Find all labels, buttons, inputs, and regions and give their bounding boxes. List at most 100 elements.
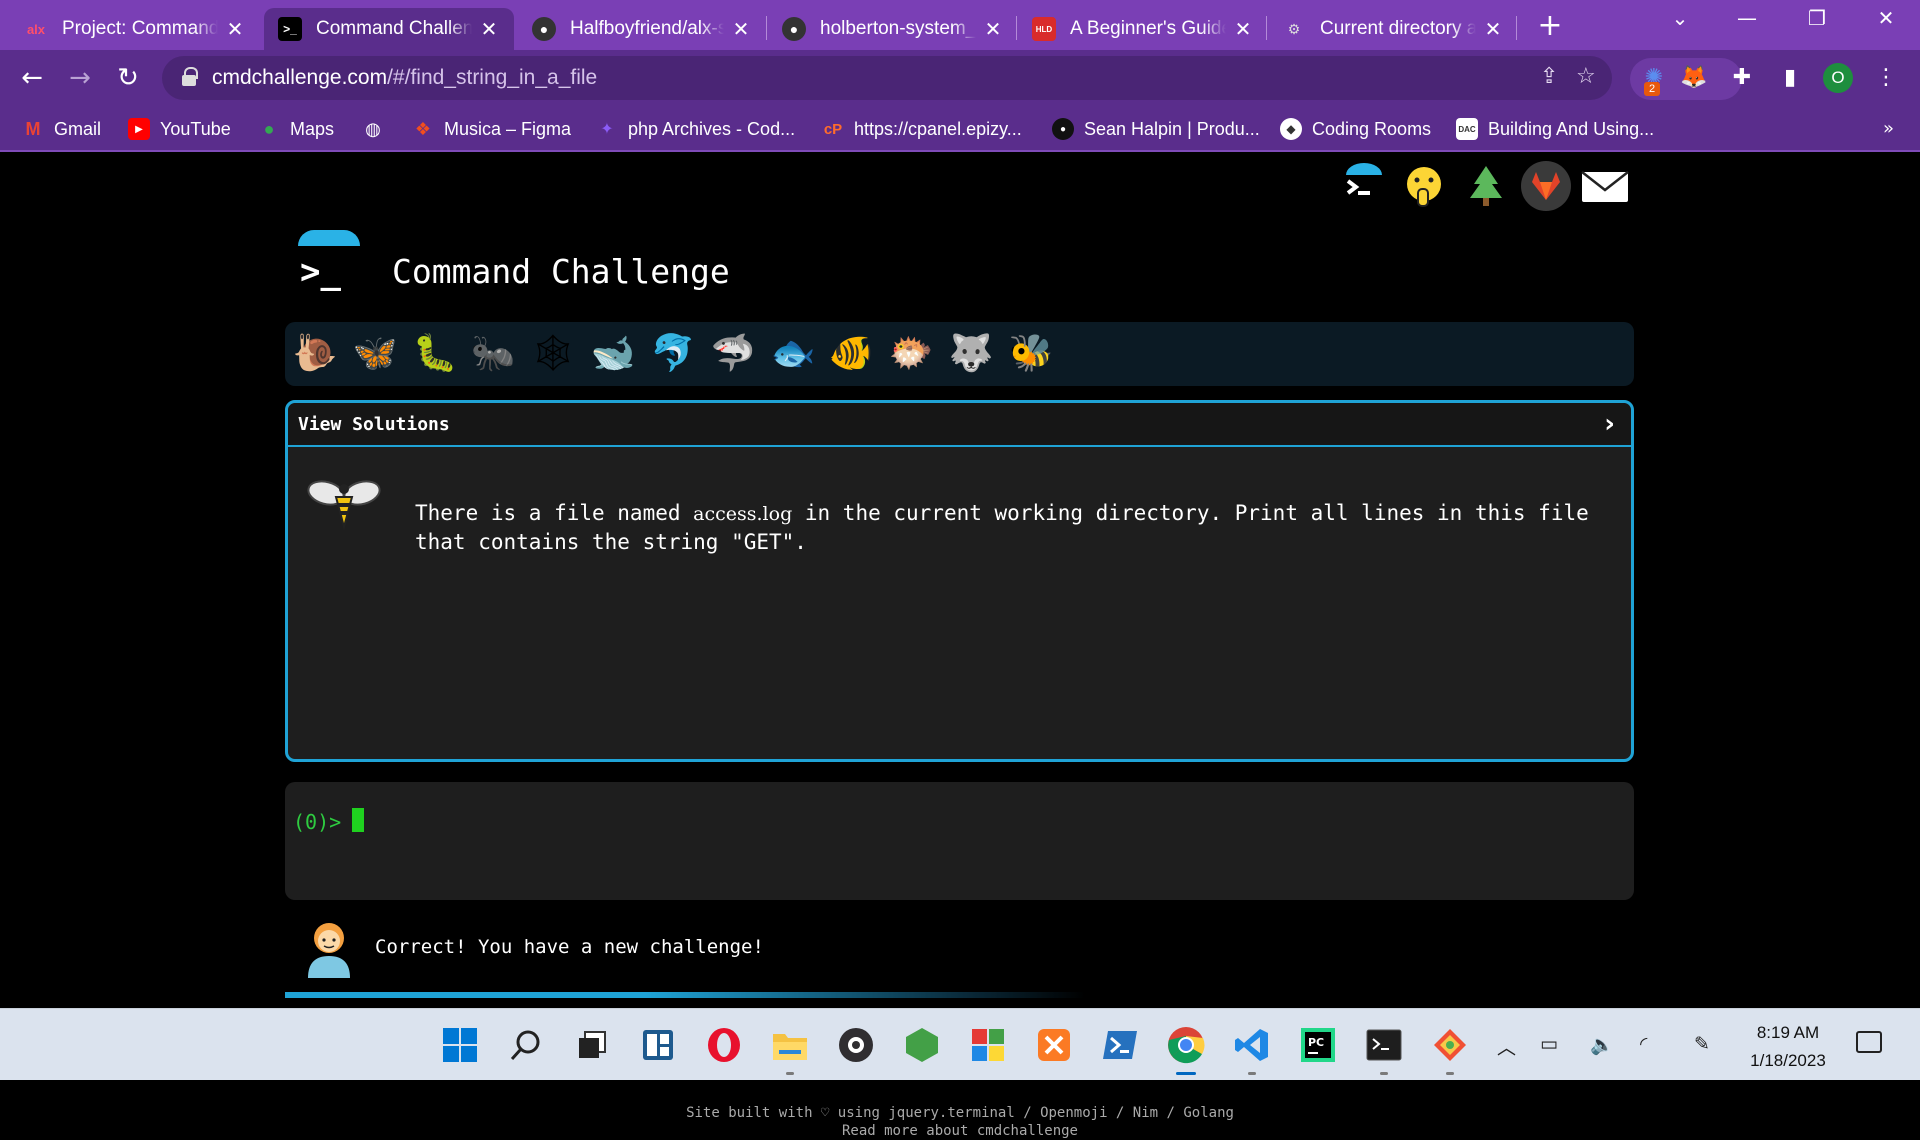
bookmark-youtube[interactable]: ▶ YouTube — [128, 114, 231, 144]
browser-tabstrip: alx Project: Command ✕ >_ Command Challe… — [0, 0, 1920, 50]
minimize-icon[interactable]: — — [1727, 6, 1767, 30]
share-icon[interactable]: ⇪ — [1540, 64, 1558, 89]
footer: Site built with ♡ using jquery.terminal … — [0, 1104, 1920, 1140]
bookmark-figma[interactable]: ❖ Musica – Figma — [412, 114, 571, 144]
tropical-fish-icon[interactable]: 🐠 — [827, 330, 875, 378]
show-hidden-icons[interactable]: ︿ — [1497, 1033, 1516, 1060]
terminal-logo-icon[interactable] — [1340, 159, 1388, 207]
xampp-icon[interactable] — [1032, 1023, 1076, 1067]
search-icon[interactable] — [504, 1023, 548, 1067]
volume-icon[interactable]: 🔈 — [1590, 1033, 1614, 1056]
pen-icon[interactable]: ✎ — [1694, 1033, 1710, 1055]
logo-dome — [298, 230, 360, 246]
file-explorer-icon[interactable] — [768, 1023, 812, 1075]
bookmark-maps[interactable]: ● Maps — [258, 114, 334, 144]
caterpillar-icon[interactable]: 🐛 — [411, 330, 459, 378]
url-text[interactable]: cmdchallenge.com/#/find_string_in_a_file — [212, 66, 597, 90]
terminal[interactable]: (0)> — [285, 782, 1634, 900]
footer-credits[interactable]: Site built with ♡ using jquery.terminal … — [0, 1104, 1920, 1122]
codeburst-icon: ✦ — [600, 121, 614, 138]
star-icon[interactable]: ☆ — [1576, 64, 1596, 89]
back-icon[interactable]: ← — [14, 60, 50, 96]
side-panel-icon[interactable]: ▮ — [1772, 60, 1808, 96]
office-icon[interactable] — [966, 1023, 1010, 1067]
vscode-icon[interactable] — [1230, 1023, 1274, 1075]
tab-separator — [1266, 16, 1267, 40]
close-icon[interactable]: ✕ — [982, 17, 1004, 42]
youtube-icon: ▶ — [128, 118, 150, 140]
reload-icon[interactable]: ↻ — [110, 60, 146, 96]
wolf-icon[interactable]: 🐺 — [947, 330, 995, 378]
close-icon[interactable]: ✕ — [730, 17, 752, 42]
more-bookmarks-icon[interactable]: » — [1883, 118, 1894, 139]
tab-current-directory[interactable]: ⚙ Current directory ar ✕ — [1268, 8, 1518, 50]
clock-date: 1/18/2023 — [1750, 1051, 1826, 1070]
tab-title: Project: Command — [62, 18, 218, 39]
butterfly-icon[interactable]: 🦋 — [351, 330, 399, 378]
metamask-icon[interactable]: 🦊 — [1676, 60, 1712, 96]
profile-avatar[interactable]: O — [1823, 63, 1853, 93]
bookmark-globe[interactable]: ◍ — [362, 114, 394, 144]
spider-web-icon[interactable]: 🕸 — [529, 330, 577, 378]
site-logo[interactable]: >_ — [298, 230, 360, 296]
mail-icon[interactable] — [1580, 162, 1629, 210]
gitlab-icon[interactable] — [1520, 160, 1571, 211]
close-icon[interactable]: ✕ — [1232, 17, 1254, 42]
bookmark-sean-halpin[interactable]: ● Sean Halpin | Produ... — [1052, 114, 1260, 144]
bee-icon[interactable]: 🐝 — [1007, 330, 1055, 378]
obs-icon[interactable] — [834, 1023, 878, 1067]
tab-separator — [1016, 16, 1017, 40]
fish-icon[interactable]: 🐟 — [769, 330, 817, 378]
view-solutions-header[interactable]: View Solutions › — [288, 403, 1631, 447]
shark-icon[interactable]: 🦈 — [709, 330, 757, 378]
bookmark-coding-rooms[interactable]: ◆ Coding Rooms — [1280, 114, 1431, 144]
chrome-icon[interactable] — [1164, 1023, 1208, 1075]
bookmark-building-and-using[interactable]: DAC Building And Using... — [1456, 114, 1654, 144]
tab-github-holberton[interactable]: ● holberton-system_e ✕ — [768, 8, 1018, 50]
clock[interactable]: 8:19 AM 1/18/2023 — [1740, 1019, 1836, 1075]
close-icon[interactable]: ✕ — [1482, 17, 1504, 42]
puzzle-icon[interactable]: ✚ — [1724, 60, 1760, 96]
restore-icon[interactable]: ❐ — [1797, 6, 1837, 30]
close-icon[interactable]: ✕ — [224, 17, 246, 42]
bookmark-php-archives[interactable]: ✦ php Archives - Cod... — [596, 114, 795, 144]
page-title: Command Challenge — [392, 252, 730, 291]
tree-icon[interactable] — [1462, 162, 1510, 210]
filename-code: access.log — [693, 503, 793, 525]
terminal-app-icon[interactable] — [1362, 1023, 1406, 1075]
new-tab-button[interactable]: + — [1533, 10, 1567, 44]
nodejs-icon[interactable] — [900, 1023, 944, 1067]
snail-icon[interactable]: 🐌 — [291, 330, 339, 378]
forward-icon[interactable]: → — [62, 60, 98, 96]
start-icon[interactable] — [438, 1023, 482, 1067]
chevron-right-icon[interactable]: › — [1604, 409, 1615, 439]
footer-read-more[interactable]: Read more about cmdchallenge — [0, 1122, 1920, 1140]
tab-search-icon[interactable]: ⌄ — [1660, 6, 1700, 30]
ant-icon[interactable]: 🐜 — [469, 330, 517, 378]
terminal-cursor[interactable] — [352, 808, 364, 832]
whale-icon[interactable]: 🐋 — [589, 330, 637, 378]
widgets-icon[interactable] — [636, 1023, 680, 1067]
task-view-icon[interactable] — [570, 1023, 614, 1067]
hush-emoji-icon[interactable] — [1400, 162, 1448, 210]
pycharm-icon[interactable]: PC — [1296, 1023, 1340, 1067]
battery-icon[interactable]: ▭ — [1540, 1033, 1558, 1055]
blowfish-icon[interactable]: 🐡 — [887, 330, 935, 378]
powershell-icon[interactable] — [1098, 1023, 1142, 1067]
menu-icon[interactable]: ⋮ — [1868, 60, 1904, 96]
close-icon[interactable]: ✕ — [478, 17, 500, 42]
dolphin-icon[interactable]: 🐬 — [649, 330, 697, 378]
opera-icon[interactable] — [702, 1023, 746, 1067]
bookmark-gmail[interactable]: M Gmail — [22, 114, 102, 144]
bookmark-cpanel[interactable]: cP https://cpanel.epizy... — [822, 114, 1022, 144]
git-app-icon[interactable] — [1428, 1023, 1472, 1075]
achievements-bar: 🐌 🦋 🐛 🐜 🕸 🐋 🐬 🦈 🐟 🐠 🐡 🐺 🐝 — [285, 322, 1634, 386]
tab-beginners-guide[interactable]: HLD A Beginner's Guide ✕ — [1018, 8, 1268, 50]
tab-project-command[interactable]: alx Project: Command ✕ — [10, 8, 260, 50]
window-close-icon[interactable]: ✕ — [1866, 6, 1906, 30]
notifications-icon[interactable] — [1856, 1031, 1882, 1053]
tab-github-alx[interactable]: ● Halfboyfriend/alx-s ✕ — [518, 8, 766, 50]
tab-command-challenge[interactable]: >_ Command Challenge ✕ — [264, 8, 514, 50]
address-bar[interactable]: cmdchallenge.com/#/find_string_in_a_file… — [162, 56, 1612, 100]
wifi-icon[interactable]: ◜ — [1640, 1033, 1647, 1055]
